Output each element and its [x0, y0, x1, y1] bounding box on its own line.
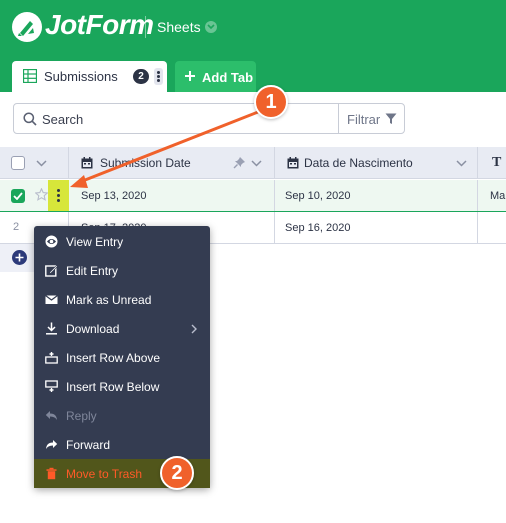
annotation-badge-1: 1 [254, 85, 288, 119]
annotation-badge-2: 2 [160, 456, 194, 490]
annotation-arrow-icon [70, 110, 259, 188]
